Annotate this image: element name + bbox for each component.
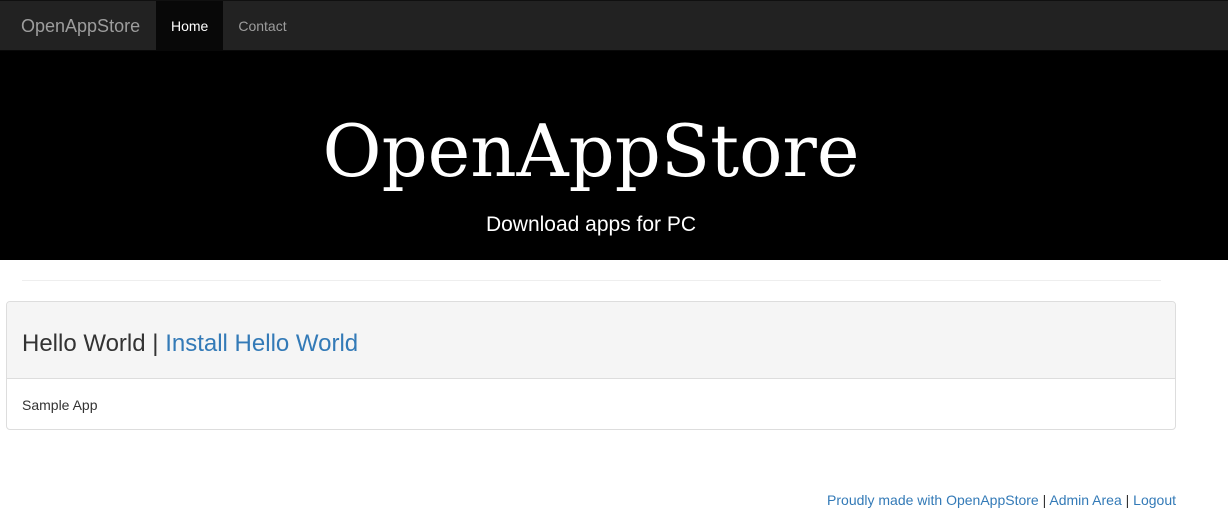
nav-item-home[interactable]: Home: [156, 1, 224, 51]
app-panel: Hello World | Install Hello World Sample…: [6, 301, 1176, 430]
hero-title: OpenAppStore: [322, 109, 860, 193]
logout-link[interactable]: Logout: [1133, 492, 1176, 508]
hero-banner: OpenAppStore Download apps for PC: [0, 51, 1228, 260]
hero-subtitle: Download apps for PC: [485, 213, 697, 236]
top-navbar: OpenAppStore Home Contact: [0, 0, 1228, 51]
app-panel-heading: Hello World | Install Hello World: [7, 302, 1175, 379]
install-app-link[interactable]: Install Hello World: [165, 330, 358, 357]
app-description: Sample App: [22, 397, 98, 413]
openappstore-footer-link[interactable]: Proudly made with OpenAppStore: [827, 492, 1039, 508]
nav-item-contact[interactable]: Contact: [223, 1, 301, 51]
title-separator: |: [145, 330, 166, 357]
navbar-brand-link[interactable]: OpenAppStore: [21, 16, 140, 36]
navbar-nav: Home Contact: [156, 1, 302, 51]
footer-links: Proudly made with OpenAppStore | Admin A…: [827, 490, 1176, 510]
app-title: Hello World | Install Hello World: [22, 323, 358, 357]
footer-separator: |: [1038, 492, 1050, 508]
app-panel-body: Sample App: [7, 379, 1175, 431]
footer-separator: |: [1121, 492, 1134, 508]
section-divider: [22, 280, 1161, 281]
app-name: Hello World: [22, 330, 146, 357]
admin-area-link[interactable]: Admin Area: [1049, 492, 1121, 508]
